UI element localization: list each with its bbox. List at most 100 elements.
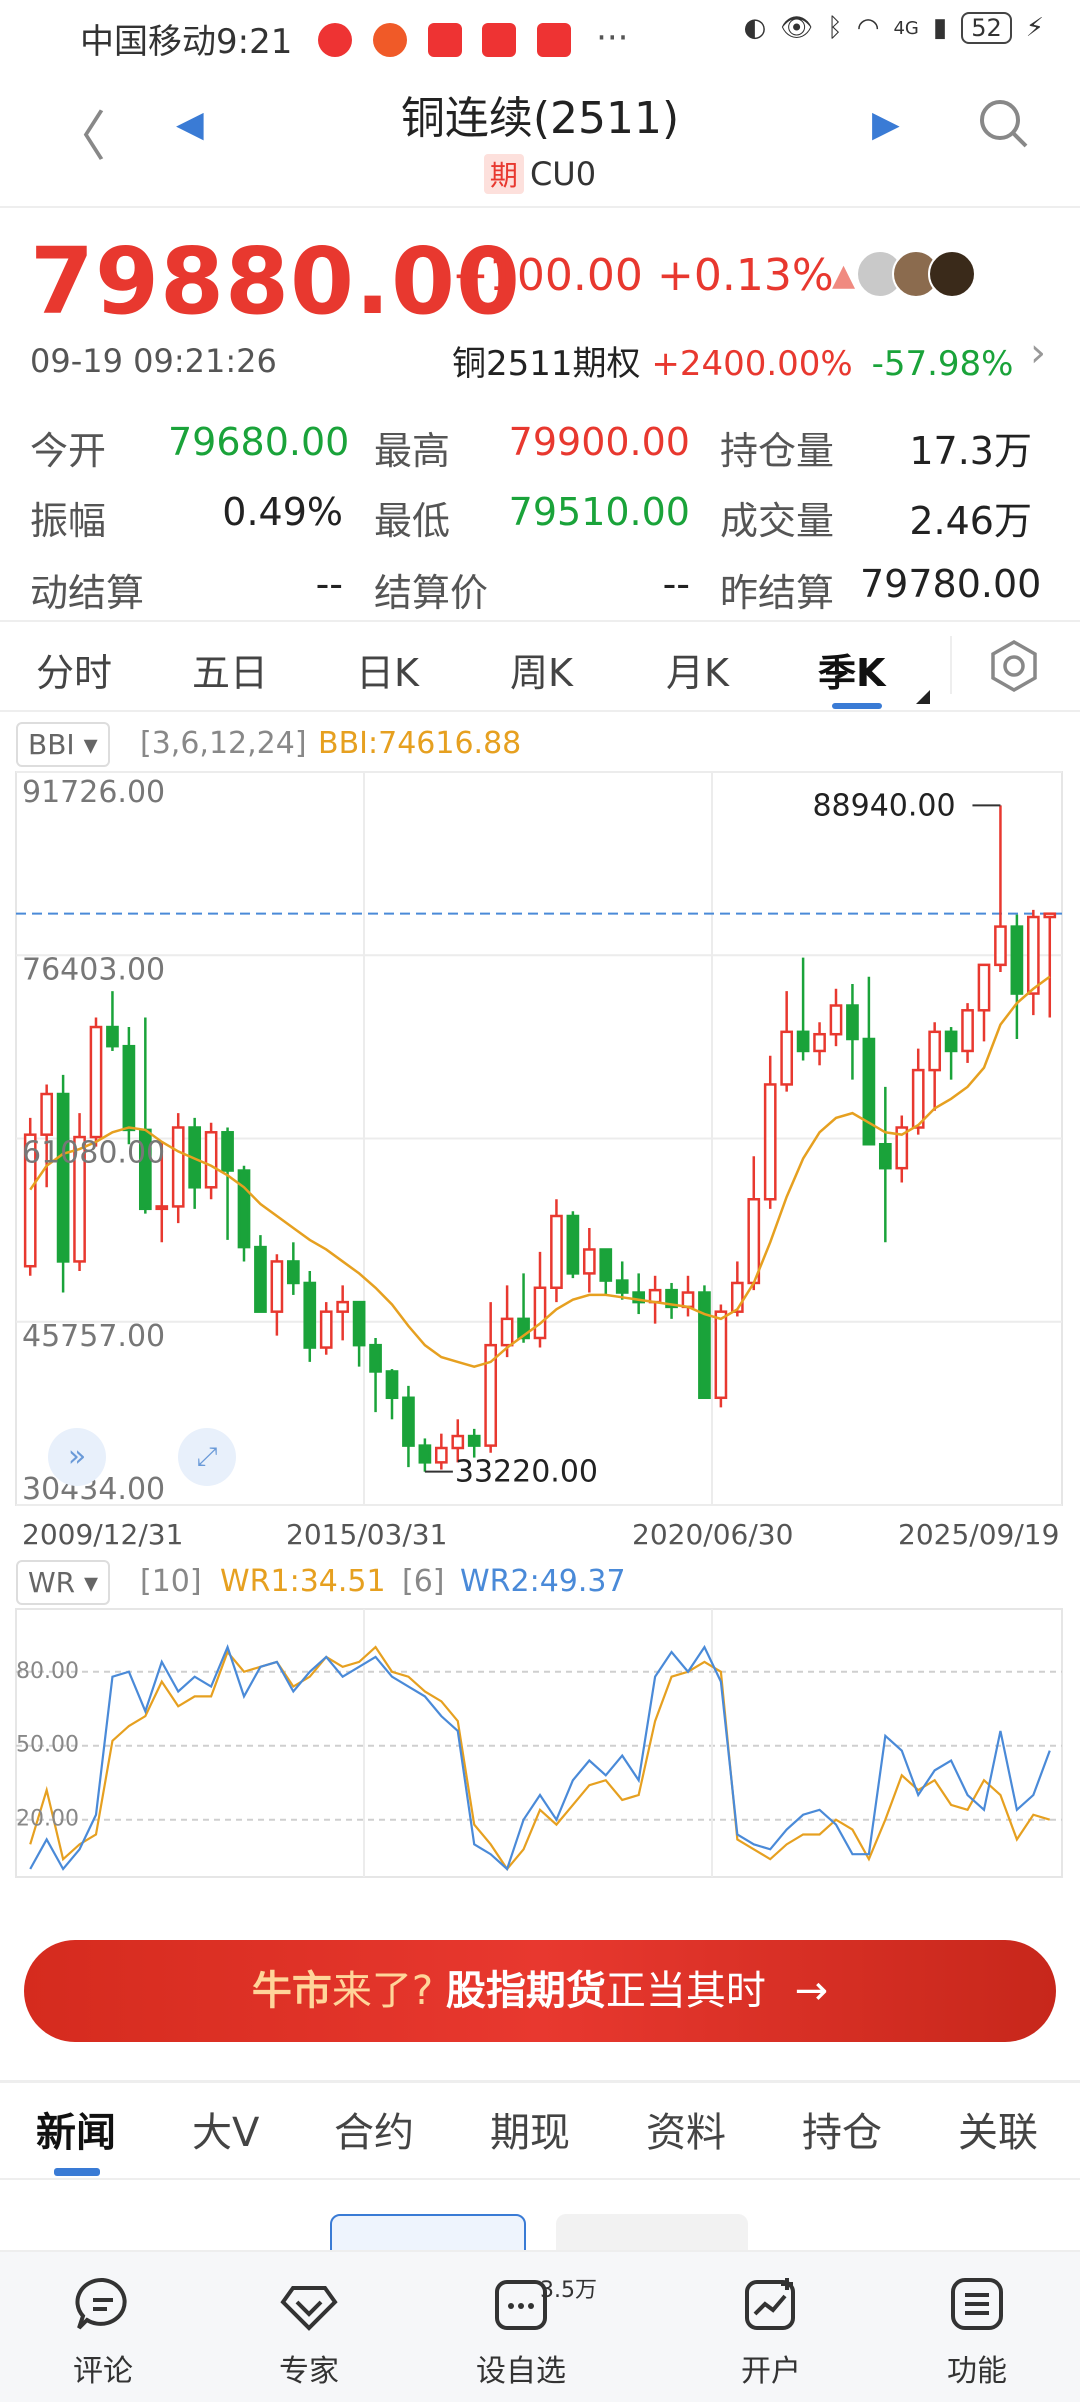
divider	[0, 2080, 1080, 2083]
candle-body	[319, 1310, 333, 1349]
contract-code: CU0	[529, 155, 597, 193]
candle-body	[254, 1245, 267, 1313]
candle-body	[418, 1444, 432, 1464]
candle-body	[944, 1030, 958, 1053]
carrier-time: 中国移动9:21	[80, 22, 293, 62]
chevron-right-icon[interactable]: ›	[1030, 330, 1046, 376]
expert-label: 专家	[279, 2354, 339, 2389]
candle-body	[599, 1248, 613, 1282]
battery-level: 52	[971, 14, 1002, 42]
tab-daily-k[interactable]: 日K	[356, 642, 419, 697]
period-tabs: 分时 五日 日K 周K 月K 季K	[0, 624, 1080, 710]
wr1-param: [10]	[140, 1564, 202, 1599]
chart-settings-button[interactable]	[986, 638, 1042, 698]
wr2-value: WR2:49.37	[460, 1564, 626, 1599]
futures-badge: 期	[483, 154, 524, 194]
tab-positions[interactable]: 持仓	[802, 2100, 882, 2158]
quote-time: 09-19 09:21:26	[30, 342, 277, 380]
comment-label: 评论	[73, 2354, 133, 2389]
news-tab-underline	[54, 2168, 100, 2176]
tab-weekly-k[interactable]: 周K	[510, 642, 573, 697]
wr-frame	[15, 1608, 1063, 1878]
price-change: +100.00	[452, 250, 643, 301]
candle-body	[1010, 925, 1024, 995]
wr1-value: WR1:34.51	[220, 1564, 386, 1599]
comment-button[interactable]: 评论	[28, 2274, 178, 2390]
candle-body	[813, 1032, 826, 1053]
candle-body	[352, 1300, 366, 1347]
tab-intraday[interactable]: 分时	[36, 642, 112, 697]
prev-settle-value: 79780.00	[860, 562, 1042, 606]
active-tab-underline	[832, 703, 882, 709]
amplitude-value: 0.49%	[222, 490, 343, 534]
sub-indicator-select[interactable]: WR ▾	[16, 1560, 111, 1605]
candle-body	[714, 1310, 728, 1400]
open-account-label: 开户	[741, 2354, 801, 2389]
y-tick-label: 91726.00	[22, 775, 165, 810]
wr-chart[interactable]: 80.00 50.00 20.00	[0, 1605, 1080, 1885]
tab-materials[interactable]: 资料	[646, 2100, 726, 2158]
settle-label: 结算价	[374, 571, 489, 615]
candle-body	[994, 925, 1007, 967]
candle-body	[928, 1030, 942, 1072]
option-summary[interactable]: 铜2511期权 +2400.00% -57.98%	[452, 336, 1013, 385]
candle-body	[550, 1214, 563, 1290]
functions-label: 功能	[947, 2354, 1007, 2389]
candle-body	[747, 1198, 761, 1285]
sub-indicator-name: WR	[28, 1566, 76, 1599]
candle-body	[385, 1370, 399, 1400]
tab-contract[interactable]: 合约	[334, 2100, 414, 2158]
x-tick-label: 2015/03/31	[286, 1518, 448, 1551]
oi-label: 持仓量	[720, 429, 835, 473]
candle-body	[846, 1004, 859, 1041]
main-indicator-select[interactable]: BBI ▾	[16, 722, 110, 767]
expand-left-icon[interactable]: »	[48, 1428, 106, 1486]
next-contract-button[interactable]: ▶	[872, 104, 900, 145]
tab-quarterly-k[interactable]: 季K	[818, 642, 885, 697]
promo-banner[interactable]: 牛市来了? 股指期货正当其时 →	[24, 1940, 1056, 2042]
fullscreen-icon[interactable]: ⤢	[178, 1428, 236, 1486]
add-watchlist-label: 设自选	[476, 2354, 566, 2389]
menu-icon	[951, 2278, 1003, 2330]
tab-spot-futures[interactable]: 期现	[490, 2100, 570, 2158]
candle-body	[155, 1205, 169, 1211]
candle-body	[566, 1214, 580, 1275]
banner-text-3: 股指期货	[445, 1968, 606, 2014]
wr2-line	[29, 1643, 1051, 1871]
candle-body	[878, 1142, 892, 1170]
tab-five-day[interactable]: 五日	[192, 642, 268, 697]
open-label: 今开	[30, 429, 107, 473]
tab-news[interactable]: 新闻	[36, 2100, 116, 2158]
sub-filter-button[interactable]	[556, 2214, 748, 2254]
kline-chart[interactable]: 91726.00 76403.00 61080.00 45757.00 3043…	[0, 770, 1080, 1510]
tab-related[interactable]: 关联	[958, 2100, 1038, 2158]
notification-icon	[427, 22, 462, 57]
open-account-button[interactable]: 开户	[696, 2274, 846, 2390]
signal-icon: ▮	[932, 13, 948, 43]
tab-dropdown-icon[interactable]	[916, 690, 930, 704]
charging-icon: ⚡	[1025, 13, 1044, 43]
candle-body	[862, 1037, 876, 1146]
candle-body	[681, 1291, 695, 1309]
functions-button[interactable]: 功能	[902, 2274, 1052, 2390]
candle-body	[648, 1288, 662, 1304]
settle-value: --	[662, 562, 690, 606]
candle-body	[40, 1092, 54, 1136]
diamond-icon	[280, 2286, 338, 2331]
price-change-pct: +0.13%	[657, 250, 834, 301]
search-button[interactable]	[976, 96, 1032, 165]
tab-big-v[interactable]: 大V	[192, 2100, 259, 2158]
high-value: 79900.00	[508, 420, 690, 464]
eye-icon: 👁	[780, 13, 814, 43]
search-icon	[980, 100, 1028, 148]
candle-body	[533, 1286, 547, 1340]
expert-button[interactable]: 专家	[234, 2274, 384, 2390]
wifi-icon: ◠	[856, 13, 880, 43]
tab-monthly-k[interactable]: 月K	[666, 642, 729, 697]
watchers-avatars[interactable]	[856, 250, 976, 298]
wr-y-tick-label: 50.00	[16, 1733, 79, 1758]
low-value: 79510.00	[508, 490, 690, 534]
max-price-label: 88940.00	[812, 788, 955, 823]
candle-body	[286, 1260, 300, 1285]
candle-body	[122, 1044, 136, 1132]
